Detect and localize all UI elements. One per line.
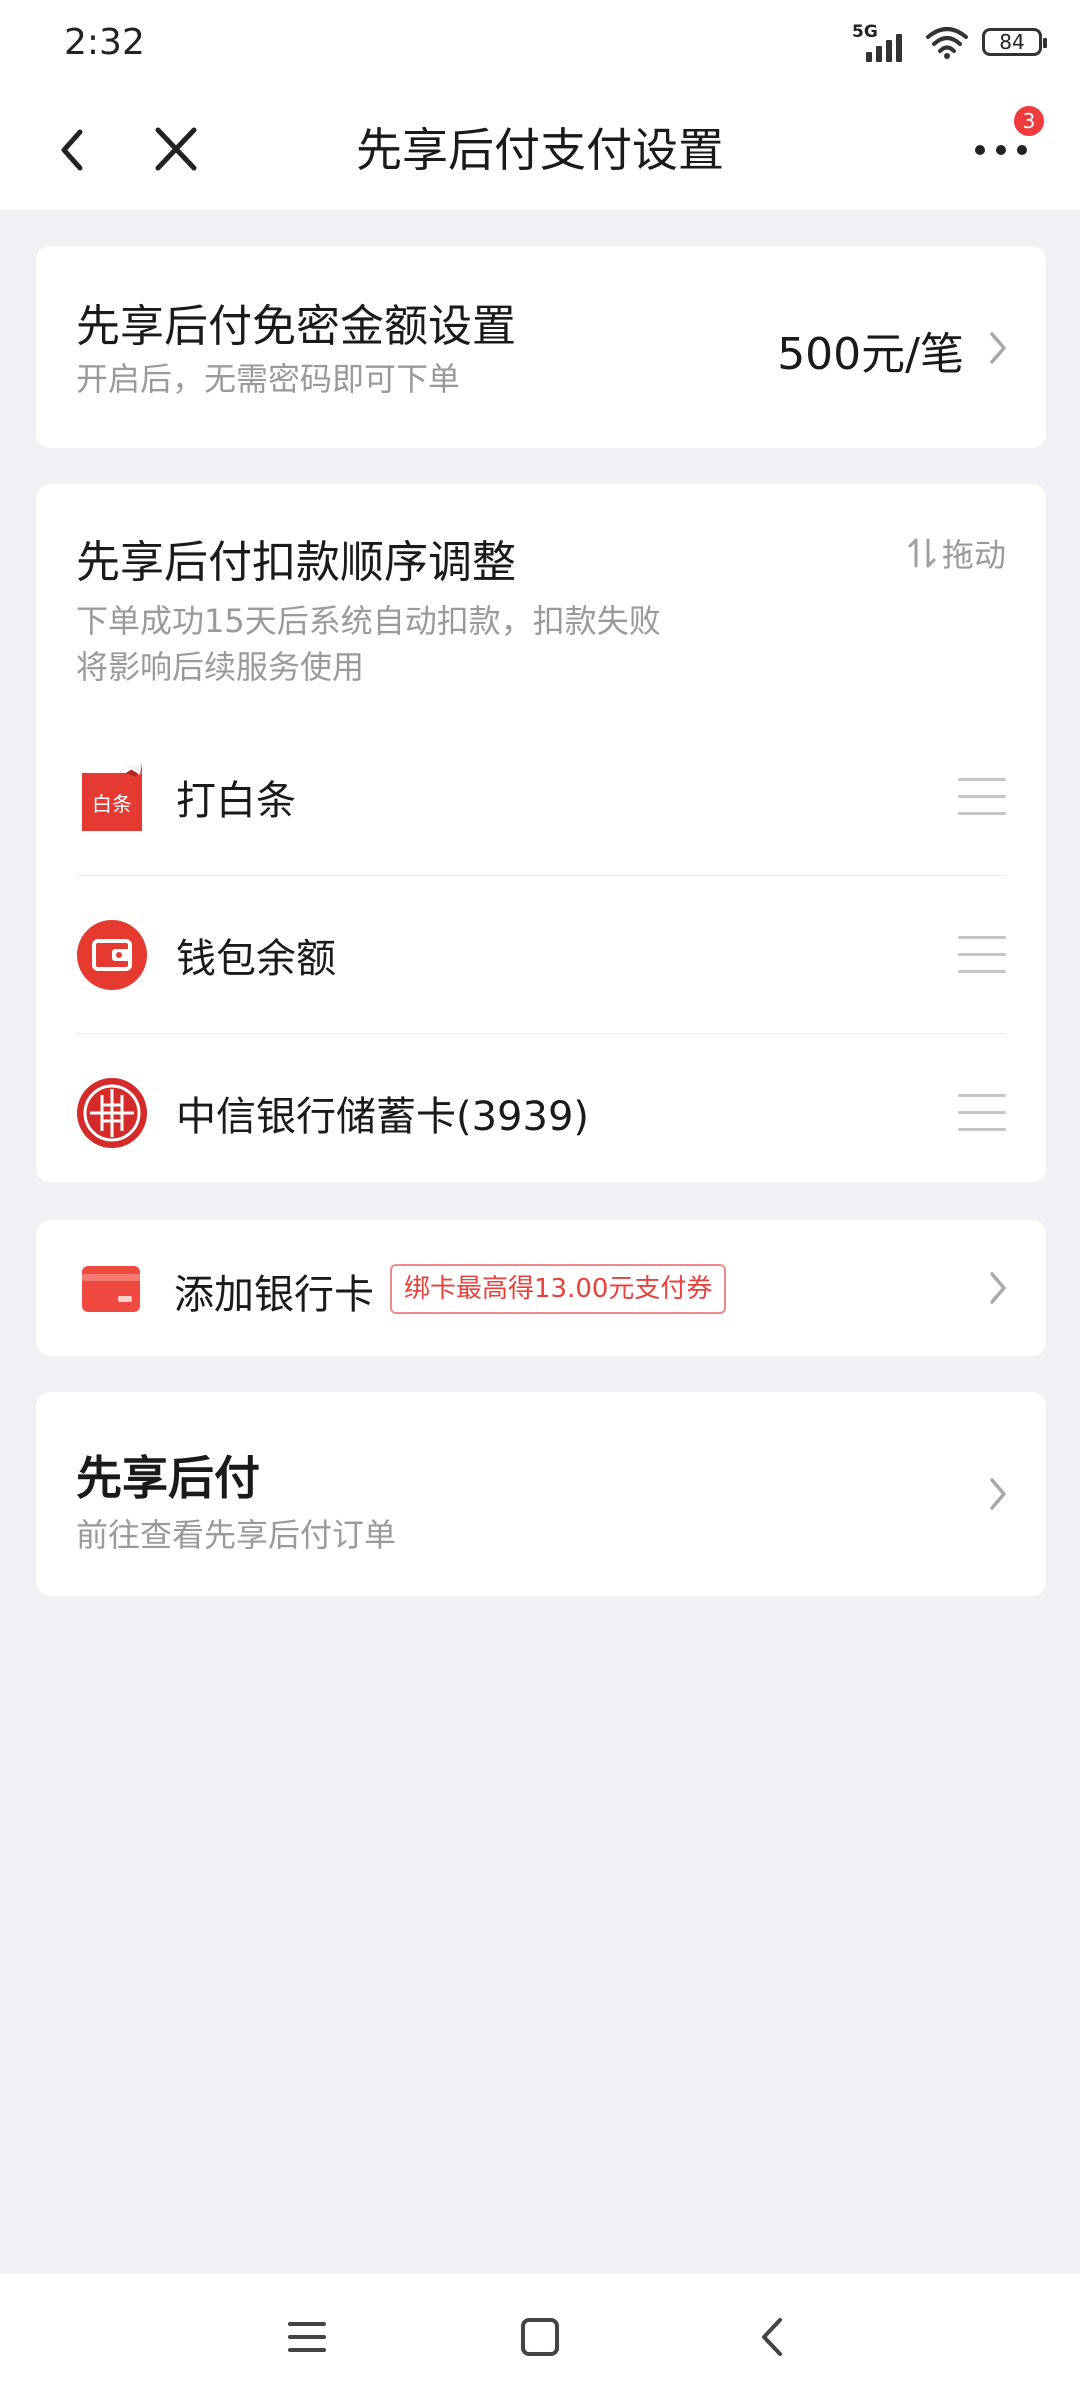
system-back-icon[interactable]: [748, 2312, 798, 2362]
page-title: 先享后付支付设置: [356, 123, 724, 177]
drag-handle-icon[interactable]: [958, 1094, 1006, 1132]
add-bank-card-label: 添加银行卡: [174, 1272, 374, 1318]
payment-method-label: 钱包余额: [176, 936, 336, 982]
bank-card-icon: [82, 1266, 140, 1312]
payment-method-row[interactable]: 白条 打白条: [76, 718, 1006, 876]
status-icons: 5G 84: [852, 22, 1047, 62]
deduction-description-line1: 下单成功15天后系统自动扣款，扣款失败: [76, 602, 661, 640]
free-password-setting-card[interactable]: 先享后付免密金额设置 开启后，无需密码即可下单 500元/笔: [36, 246, 1046, 448]
sort-arrows-icon: [908, 538, 936, 568]
home-icon[interactable]: [515, 2312, 565, 2362]
battery-icon: 84: [982, 28, 1047, 56]
drag-handle-icon[interactable]: [958, 778, 1006, 816]
menu-icon[interactable]: [282, 2312, 332, 2362]
promo-badge: 绑卡最高得13.00元支付券: [390, 1264, 727, 1314]
baitiao-icon: 白条: [76, 761, 148, 833]
notification-badge: 3: [1012, 104, 1046, 138]
free-password-value: 500元/笔: [777, 329, 964, 380]
baitiao-icon-text: 白条: [92, 792, 132, 816]
payment-method-row[interactable]: 钱包余额: [76, 876, 1006, 1034]
free-password-title: 先享后付免密金额设置: [76, 301, 516, 352]
chevron-right-icon: [990, 1478, 1006, 1510]
drag-hint-label: 拖动: [941, 536, 1006, 574]
wifi-icon: [926, 27, 968, 59]
system-nav-bar: [0, 2274, 1080, 2400]
cellular-signal-icon: 5G: [852, 22, 912, 62]
status-bar: 2:32 5G 84: [0, 0, 1080, 90]
chevron-right-icon: [990, 332, 1006, 364]
deduction-order-title: 先享后付扣款顺序调整: [76, 537, 516, 588]
free-password-subtitle: 开启后，无需密码即可下单: [76, 360, 461, 398]
wallet-icon: [76, 919, 148, 991]
payment-method-label: 中信银行储蓄卡(3939): [176, 1094, 590, 1140]
payment-method-label: 打白条: [176, 778, 296, 824]
battery-level: 84: [999, 30, 1025, 54]
chevron-right-icon: [990, 1272, 1006, 1304]
pay-later-title: 先享后付: [76, 1451, 260, 1505]
drag-hint: 拖动: [908, 530, 1006, 576]
add-bank-card-row[interactable]: 添加银行卡 绑卡最高得13.00元支付券: [36, 1220, 1046, 1356]
payment-method-row[interactable]: 中信银行储蓄卡(3939): [76, 1034, 1006, 1192]
nav-bar: 先享后付支付设置: [0, 90, 1080, 210]
pay-later-orders-card[interactable]: 先享后付 前往查看先享后付订单: [36, 1392, 1046, 1596]
deduction-description-line2: 将影响后续服务使用: [76, 648, 365, 686]
citic-bank-icon: [76, 1077, 148, 1149]
status-time: 2:32: [64, 22, 145, 63]
deduction-order-card: 先享后付扣款顺序调整 拖动 下单成功15天后系统自动扣款，扣款失败 将影响后续服…: [36, 484, 1046, 1182]
drag-handle-icon[interactable]: [958, 936, 1006, 974]
pay-later-subtitle: 前往查看先享后付订单: [76, 1516, 397, 1554]
